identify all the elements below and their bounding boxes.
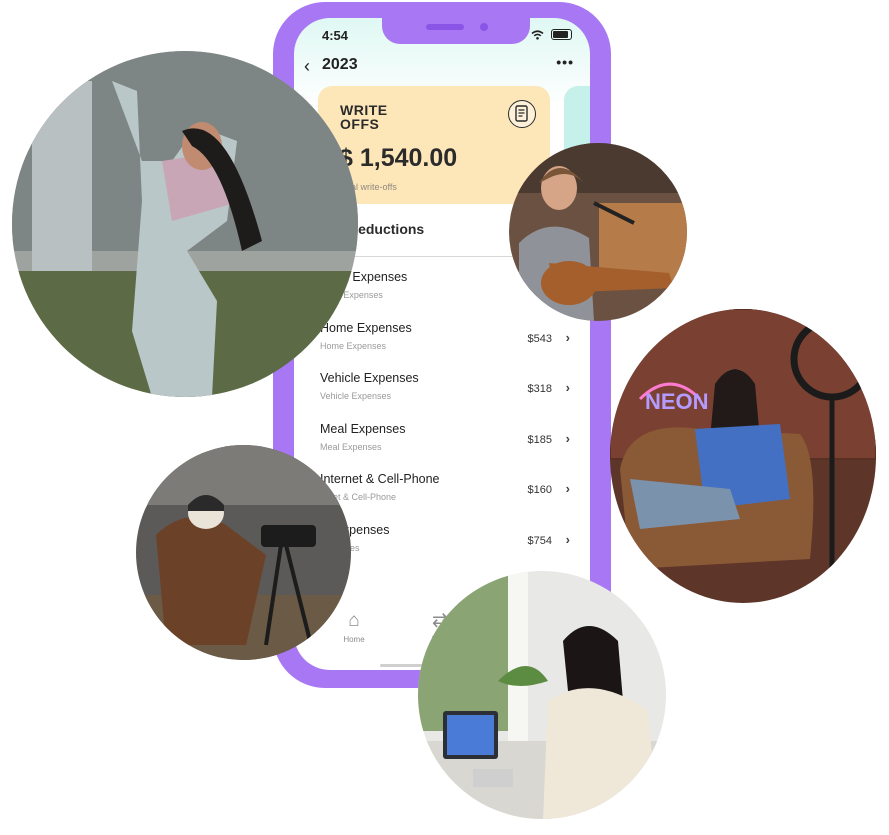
- more-horizontal-icon[interactable]: •••: [556, 54, 574, 70]
- expense-label: Home Expenses: [320, 320, 412, 335]
- expense-amount: $754: [527, 534, 552, 547]
- battery-icon: [551, 29, 572, 40]
- expense-label: Vehicle Expenses: [320, 371, 419, 385]
- guitarist-photo: [509, 143, 687, 321]
- dancer-photo: [12, 51, 358, 397]
- expense-sublabel: Home Expenses: [320, 340, 387, 351]
- card-title: WRITE OFFS: [340, 102, 388, 132]
- expense-sublabel: Meal Expenses: [320, 441, 382, 452]
- chevron-right-icon[interactable]: ›: [566, 431, 570, 446]
- write-offs-amount: $ 1,540.00: [339, 144, 458, 172]
- tab-home[interactable]: ⌂ Home: [324, 610, 384, 644]
- chevron-right-icon[interactable]: ›: [566, 380, 570, 395]
- content-creator-photo: NEON: [610, 309, 876, 603]
- document-list-icon: [508, 100, 536, 128]
- expense-label: Internet & Cell-Phone: [320, 472, 440, 486]
- phone-notch: [382, 18, 530, 44]
- page-title: 2023: [322, 56, 358, 73]
- expense-row-vehicle[interactable]: Vehicle Expenses Vehicle Expenses $318 ›: [294, 371, 590, 422]
- expense-label: Meal Expenses: [320, 421, 406, 436]
- chevron-right-icon[interactable]: ›: [566, 330, 570, 345]
- status-time: 4:54: [322, 28, 349, 43]
- expense-row-home[interactable]: Home Expenses Home Expenses $543 ›: [294, 321, 590, 372]
- expense-amount: $318: [527, 383, 552, 395]
- status-icons: [531, 29, 572, 40]
- tab-label: Home: [343, 635, 365, 644]
- svg-text:NEON: NEON: [645, 389, 709, 414]
- expense-sublabel: Vehicle Expenses: [320, 391, 392, 401]
- expense-row-meal[interactable]: Meal Expenses Meal Expenses $185 ›: [294, 422, 590, 473]
- woman-laptop-photo: [418, 571, 666, 819]
- photographer-photo: [136, 445, 351, 660]
- expense-amount: $185: [527, 433, 552, 446]
- chevron-right-icon[interactable]: ›: [566, 481, 570, 496]
- home-icon: ⌂: [348, 610, 360, 631]
- expense-amount: $543: [527, 332, 552, 345]
- chevron-left-icon[interactable]: ‹: [304, 56, 310, 77]
- wifi-icon: [531, 29, 544, 40]
- chevron-right-icon[interactable]: ›: [566, 532, 570, 547]
- expense-amount: $160: [527, 484, 552, 496]
